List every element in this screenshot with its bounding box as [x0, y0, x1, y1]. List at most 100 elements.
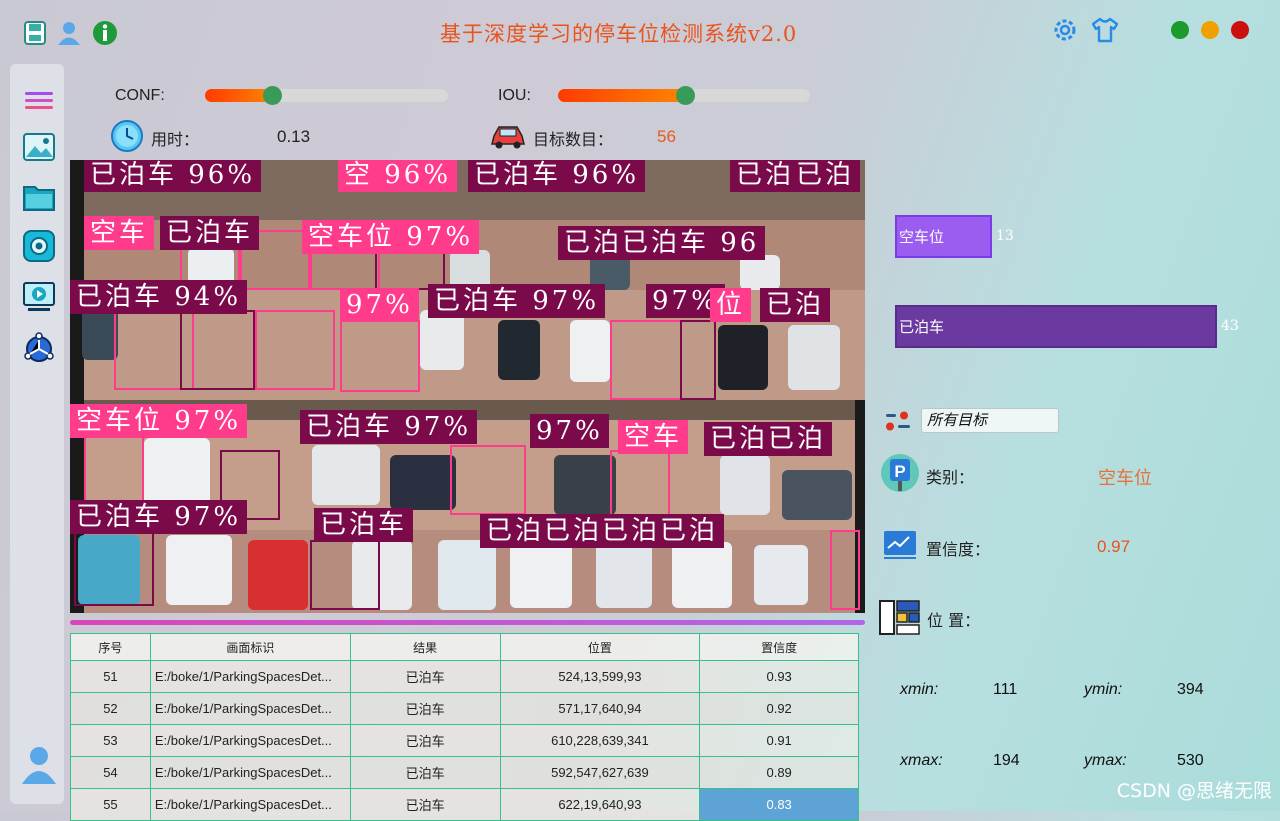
table-cell[interactable]: 0.93 — [699, 660, 859, 693]
detection-label: 已泊已泊 — [704, 422, 833, 456]
table-cell[interactable]: E:/boke/1/ParkingSpacesDet... — [149, 692, 351, 725]
detection-label: 已泊已泊车 96 — [558, 226, 766, 260]
svg-text:P: P — [894, 462, 905, 481]
table-cell[interactable]: 已泊车 — [349, 692, 501, 725]
table-cell[interactable]: 53 — [70, 724, 151, 757]
iou-slider-handle[interactable] — [676, 86, 695, 105]
confidence-label: 置信度： — [926, 540, 991, 559]
table-header-row: 序号 画面标识 结果 位置 置信度 — [70, 633, 859, 661]
table-header[interactable]: 序号 — [70, 633, 151, 661]
xmax-label: xmax: — [900, 752, 943, 769]
table-cell[interactable]: 已泊车 — [349, 724, 501, 757]
count-label: 目标数目： — [533, 130, 614, 149]
conf-slider[interactable] — [205, 86, 448, 105]
stat-bar-value: 43 — [1221, 318, 1239, 334]
detection-label: 已泊车 94% — [70, 280, 248, 314]
table-cell[interactable]: E:/boke/1/ParkingSpacesDet... — [149, 788, 351, 821]
table-cell[interactable]: E:/boke/1/ParkingSpacesDet... — [149, 724, 351, 757]
progress-divider — [70, 620, 865, 625]
table-row[interactable]: 52 E:/boke/1/ParkingSpacesDet... 已泊车 571… — [70, 692, 859, 725]
table-header[interactable]: 结果 — [349, 633, 501, 661]
filter-icon — [886, 411, 910, 431]
table-cell[interactable]: 0.89 — [699, 756, 859, 789]
position-icon — [879, 600, 920, 635]
position-label: 位 置： — [927, 611, 981, 630]
table-header[interactable]: 位置 — [499, 633, 701, 661]
table-cell[interactable]: 524,13,599,93 — [499, 660, 701, 693]
table-header[interactable]: 置信度 — [699, 633, 859, 661]
detection-label: 已泊车 — [160, 216, 260, 250]
confidence-icon — [884, 531, 916, 559]
stat-bar-label: 已泊车 — [899, 318, 945, 336]
table-row[interactable]: 54 E:/boke/1/ParkingSpacesDet... 已泊车 592… — [70, 756, 859, 789]
ymin-label: ymin: — [1084, 681, 1123, 698]
detection-label: 空车位 97% — [302, 220, 480, 254]
detection-label: 97% — [340, 288, 419, 322]
xmin-value: 111 — [993, 681, 1018, 698]
window-maximize-button[interactable] — [1171, 21, 1189, 39]
detection-label: 已泊 — [760, 288, 831, 322]
parking-icon: P — [881, 454, 919, 492]
table-cell[interactable]: 0.91 — [699, 724, 859, 757]
table-cell[interactable]: E:/boke/1/ParkingSpacesDet... — [149, 660, 351, 693]
table-cell[interactable]: E:/boke/1/ParkingSpacesDet... — [149, 756, 351, 789]
clock-icon — [111, 120, 143, 152]
table-cell[interactable]: 571,17,640,94 — [499, 692, 701, 725]
menu-icon[interactable] — [22, 84, 56, 118]
table-cell[interactable]: 592,547,627,639 — [499, 756, 701, 789]
conf-label: CONF: — [115, 87, 165, 104]
table-row[interactable]: 53 E:/boke/1/ParkingSpacesDet... 已泊车 610… — [70, 724, 859, 757]
table-cell[interactable]: 610,228,639,341 — [499, 724, 701, 757]
table-cell[interactable]: 54 — [70, 756, 151, 789]
detection-image[interactable]: 已泊车 96% 空 96% 已泊车 96% 已泊车 已泊 空车 已泊车 空车位 … — [70, 160, 865, 613]
sidebar — [10, 64, 64, 804]
confidence-value: 0.97 — [1097, 537, 1131, 556]
user-icon[interactable] — [56, 20, 82, 46]
table-header[interactable]: 画面标识 — [149, 633, 351, 661]
ymax-value: 530 — [1177, 752, 1204, 769]
iou-slider[interactable] — [558, 86, 810, 105]
table-row[interactable]: 55 E:/boke/1/ParkingSpacesDet... 已泊车 622… — [70, 788, 859, 821]
detection-label: 空车 — [618, 420, 689, 454]
stat-bar-parked: 已泊车 — [895, 305, 1217, 348]
folder-icon[interactable] — [22, 180, 56, 214]
class-label: 类别： — [926, 468, 975, 487]
time-value: 0.13 — [277, 127, 311, 146]
table-cell[interactable]: 55 — [70, 788, 151, 821]
stat-bar-label: 空车位 — [899, 228, 945, 246]
ymin-value: 394 — [1177, 681, 1204, 698]
results-table[interactable]: 序号 画面标识 结果 位置 置信度 51 E:/boke/1/ParkingSp… — [70, 633, 859, 821]
table-cell[interactable]: 52 — [70, 692, 151, 725]
model-icon[interactable] — [22, 332, 56, 366]
shirt-icon[interactable] — [1090, 16, 1120, 44]
table-cell-selected[interactable]: 0.83 — [699, 788, 859, 821]
xmax-value: 194 — [993, 752, 1020, 769]
camera-icon[interactable] — [22, 229, 56, 263]
iou-slider-fill — [558, 89, 692, 102]
image-icon[interactable] — [22, 130, 56, 164]
table-cell[interactable]: 0.92 — [699, 692, 859, 725]
app-title: 基于深度学习的停车位检测系统v2.0 — [440, 22, 798, 46]
info-icon[interactable] — [92, 20, 118, 46]
watermark: CSDN @思绪无限 — [1116, 780, 1272, 802]
table-row[interactable]: 51 E:/boke/1/ParkingSpacesDet... 已泊车 524… — [70, 660, 859, 693]
table-cell[interactable]: 已泊车 — [349, 660, 501, 693]
xmin-label: xmin: — [900, 681, 939, 698]
user-avatar-icon[interactable] — [20, 744, 58, 784]
table-cell[interactable]: 已泊车 — [349, 788, 501, 821]
save-icon[interactable] — [22, 20, 48, 46]
video-icon[interactable] — [22, 280, 56, 314]
gear-icon[interactable] — [1051, 16, 1079, 44]
table-cell[interactable]: 已泊车 — [349, 756, 501, 789]
detection-label: 空 96% — [338, 160, 458, 192]
detection-label: 已泊车 97% — [428, 284, 606, 318]
detection-label: 位 — [710, 288, 752, 322]
window-minimize-button[interactable] — [1201, 21, 1219, 39]
conf-slider-handle[interactable] — [263, 86, 282, 105]
car-icon — [491, 126, 525, 149]
window-close-button[interactable] — [1231, 21, 1249, 39]
table-cell[interactable]: 51 — [70, 660, 151, 693]
target-select[interactable]: 所有目标 — [921, 408, 1059, 433]
table-cell[interactable]: 622,19,640,93 — [499, 788, 701, 821]
class-value: 空车位 — [1098, 468, 1152, 489]
